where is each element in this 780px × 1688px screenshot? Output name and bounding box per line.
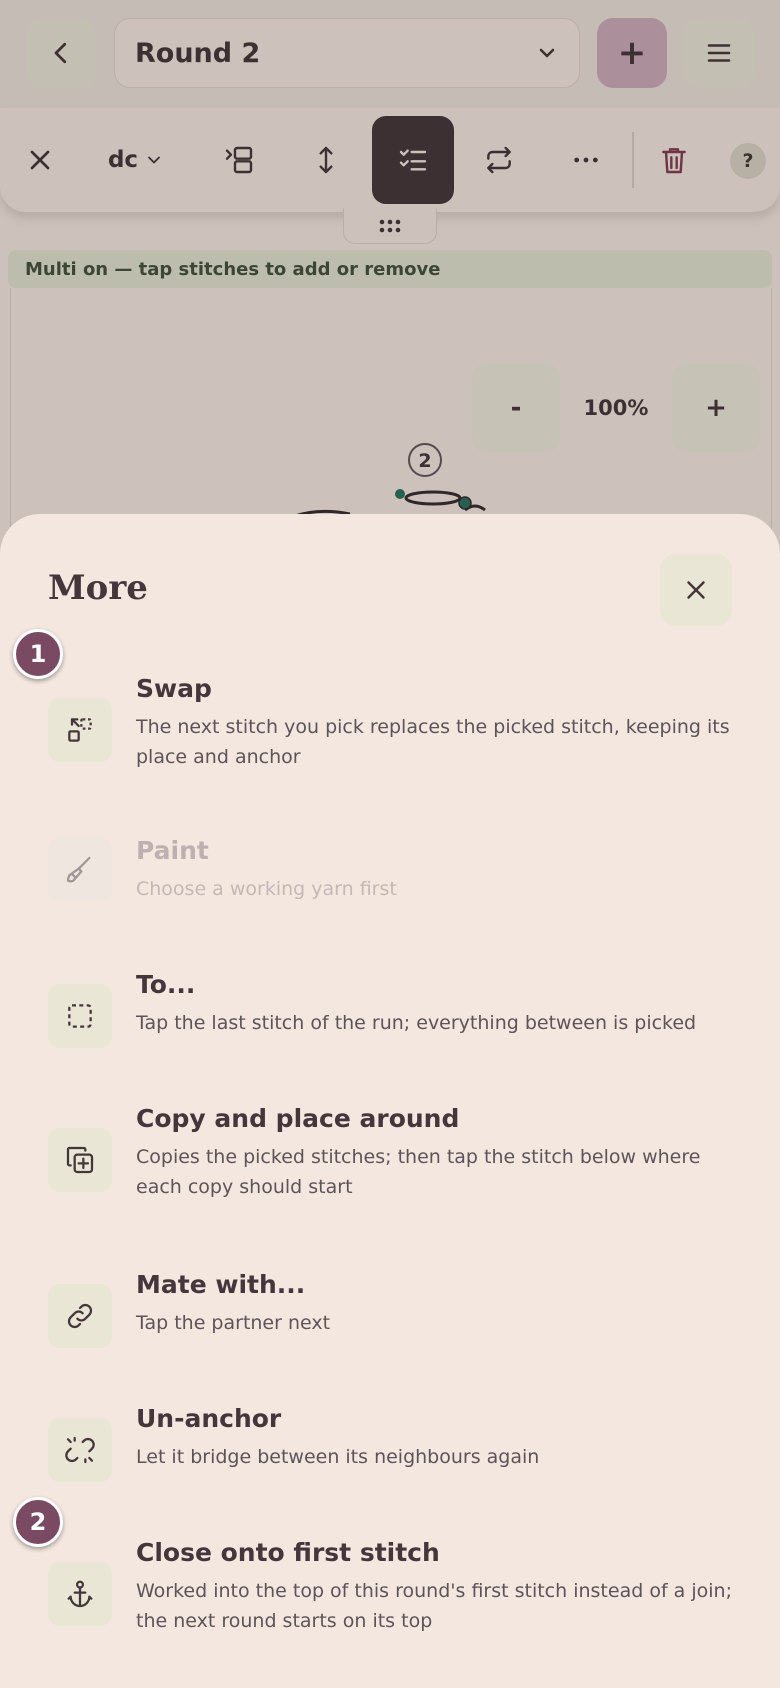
paint-option[interactable]: Paint Choose a working yarn first — [48, 836, 748, 916]
un-anchor-option[interactable]: Un-anchor Let it bridge between its neig… — [48, 1404, 748, 1494]
close-onto-first-title: Close onto first stitch — [136, 1538, 440, 1567]
anchor-icon — [48, 1562, 112, 1626]
un-anchor-title: Un-anchor — [136, 1404, 282, 1433]
unlink-icon — [48, 1418, 112, 1482]
swap-title: Swap — [136, 674, 212, 703]
step-badge-1: 1 — [13, 629, 63, 679]
to-description: Tap the last stitch of the run; everythi… — [136, 1012, 697, 1034]
more-sheet: More Swap The next stitch you pick repla… — [0, 514, 780, 1688]
sheet-title: More — [48, 568, 148, 608]
un-anchor-description: Let it bridge between its neighbours aga… — [136, 1446, 540, 1468]
paint-description: Choose a working yarn first — [136, 878, 397, 900]
copy-place-option[interactable]: Copy and place around Copies the picked … — [48, 1104, 748, 1214]
paint-title: Paint — [136, 836, 209, 865]
swap-icon — [48, 698, 112, 762]
paintbrush-icon — [48, 838, 112, 902]
dashed-square-icon — [48, 984, 112, 1048]
swap-option[interactable]: Swap The next stitch you pick replaces t… — [48, 674, 748, 784]
swap-description: The next stitch you pick replaces the pi… — [136, 716, 730, 768]
copy-place-title: Copy and place around — [136, 1104, 460, 1133]
sheet-close-button[interactable] — [660, 554, 732, 626]
close-onto-first-description: Worked into the top of this round's firs… — [136, 1580, 732, 1632]
mate-with-title: Mate with... — [136, 1270, 306, 1299]
copy-plus-icon — [48, 1128, 112, 1192]
close-onto-first-option[interactable]: Close onto first stitch Worked into the … — [48, 1538, 748, 1648]
to-title: To... — [136, 970, 196, 999]
copy-place-description: Copies the picked stitches; then tap the… — [136, 1146, 701, 1198]
mate-with-description: Tap the partner next — [136, 1312, 331, 1334]
to-option[interactable]: To... Tap the last stitch of the run; ev… — [48, 970, 748, 1060]
close-icon — [687, 581, 705, 599]
step-badge-2: 2 — [13, 1497, 63, 1547]
mate-with-option[interactable]: Mate with... Tap the partner next — [48, 1270, 748, 1360]
link-icon — [48, 1284, 112, 1348]
